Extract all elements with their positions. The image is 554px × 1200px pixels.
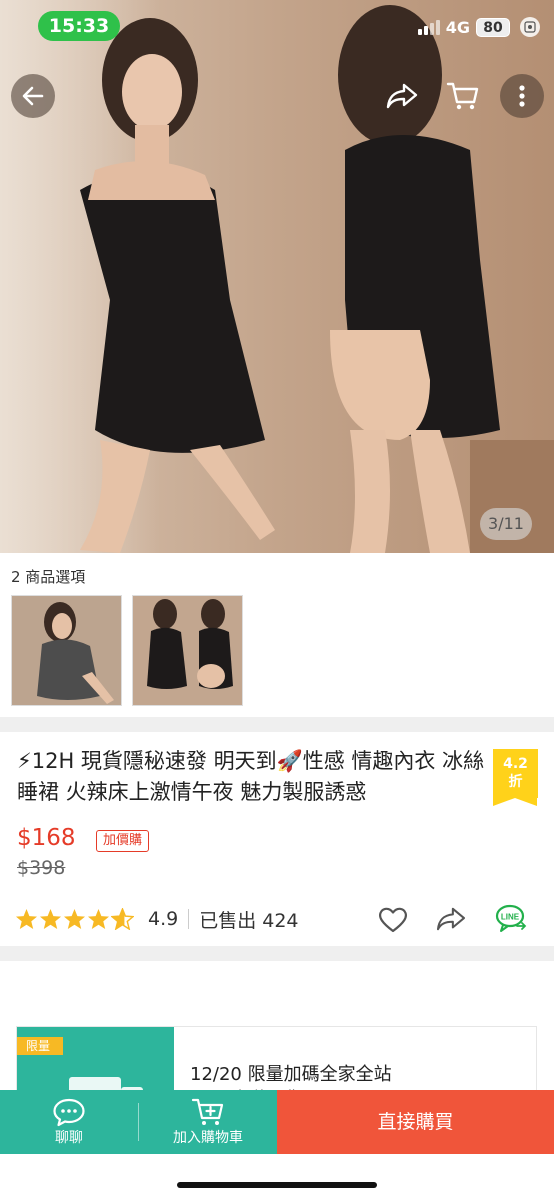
more-vertical-icon	[519, 85, 525, 107]
cart-button[interactable]	[441, 74, 485, 118]
star-icon	[39, 908, 62, 930]
screenshot-icon[interactable]	[520, 17, 540, 37]
promo-text: 12/20 限量加碼全家全站	[190, 1064, 392, 1085]
share-arrow-icon	[436, 907, 466, 931]
status-icons: 4G 80	[417, 14, 540, 40]
star-half-icon	[111, 908, 134, 930]
arrow-left-icon	[22, 86, 44, 106]
share-button[interactable]	[380, 74, 424, 118]
share-arrow-icon	[386, 83, 418, 109]
price: $168	[17, 825, 76, 851]
back-button[interactable]	[11, 74, 55, 118]
product-gallery[interactable]: 15:33 4G 80 3/11	[0, 0, 554, 553]
dress-black-thumbnail	[133, 596, 242, 705]
chat-bubble-icon	[53, 1098, 85, 1127]
section-divider	[0, 717, 554, 732]
rating-divider	[188, 909, 190, 929]
gallery-counter: 3/11	[480, 508, 532, 540]
add-to-cart-label: 加入購物車	[173, 1130, 243, 1146]
network-type: 4G	[445, 17, 470, 37]
option-thumbnail-2[interactable]	[132, 595, 243, 706]
discount-value: 4.2	[503, 756, 528, 772]
rating-value: 4.9	[148, 908, 179, 930]
add-to-cart-icon	[191, 1098, 224, 1125]
section-divider	[0, 946, 554, 961]
product-page: 15:33 4G 80 3/11 2 商品選項 ⚡12H 現貨隱秘速發 明天到🚀…	[0, 0, 554, 1200]
svg-text:LINE: LINE	[501, 913, 520, 922]
product-title: ⚡12H 現貨隱秘速發 明天到🚀性感 情趣內衣 冰絲睡裙 火辣床上激情午夜 魅力…	[17, 749, 485, 804]
options-label: 2 商品選項	[11, 568, 86, 586]
addon-purchase-badge[interactable]: 加價購	[96, 830, 150, 852]
heart-icon	[379, 907, 407, 932]
bottom-action-bar: 聊聊 加入購物車 直接購買	[0, 1090, 554, 1154]
dress-grey-thumbnail	[12, 596, 121, 705]
signal-icon	[417, 19, 440, 35]
promo-tag: 限量	[17, 1037, 63, 1055]
status-time: 15:33	[38, 11, 120, 41]
buy-now-button[interactable]: 直接購買	[277, 1090, 554, 1154]
battery-icon: 80	[476, 17, 510, 37]
rating-stars	[15, 908, 134, 930]
discount-unit: 折	[508, 774, 523, 790]
line-share-button[interactable]: LINE	[494, 902, 528, 936]
sold-count: 已售出 424	[199, 909, 299, 932]
rating-row: 4.9 已售出 424	[15, 904, 299, 934]
star-icon	[15, 908, 38, 930]
favorite-button[interactable]	[376, 902, 410, 936]
option-thumbnail-1[interactable]	[11, 595, 122, 706]
star-icon	[87, 908, 110, 930]
chat-button[interactable]: 聊聊	[0, 1090, 138, 1154]
share-product-button[interactable]	[434, 902, 468, 936]
home-indicator[interactable]	[177, 1182, 377, 1188]
star-icon	[63, 908, 86, 930]
more-button[interactable]	[500, 74, 544, 118]
chat-label: 聊聊	[55, 1130, 83, 1146]
original-price: $398	[17, 857, 66, 879]
line-icon: LINE	[495, 904, 527, 932]
cart-icon	[446, 82, 479, 110]
discount-badge: 4.2 折	[493, 749, 538, 806]
add-to-cart-button[interactable]: 加入購物車	[139, 1090, 277, 1154]
